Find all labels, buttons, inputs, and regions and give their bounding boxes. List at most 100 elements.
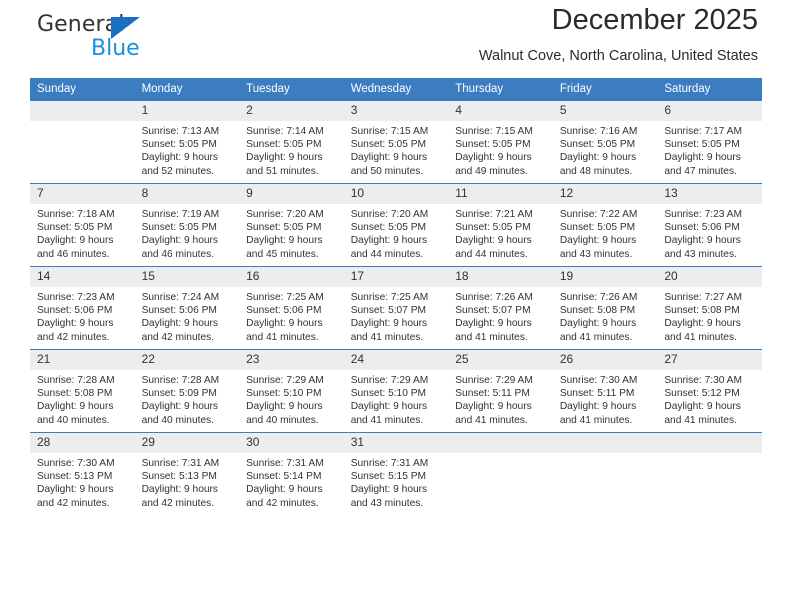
location-subtitle: Walnut Cove, North Carolina, United Stat… <box>478 48 758 64</box>
page-title: December 2025 <box>551 4 758 36</box>
logo-text-blue: Blue <box>91 36 140 61</box>
sun-times-text: Sunrise: 7:31 AM Sunset: 5:13 PM Dayligh… <box>141 458 220 509</box>
day-number: 20 <box>657 267 762 287</box>
day-number: 26 <box>552 350 658 370</box>
day-number: 13 <box>657 184 762 204</box>
calendar-day-cell[interactable]: 13 Sunrise: 7:23 AM Sunset: 5:06 PM Dayli… <box>657 183 762 267</box>
day-cell-content: 31 Sunrise: 7:31 AM Sunset: 5:15 PM Dayli… <box>343 433 449 515</box>
day-number: 15 <box>134 267 240 287</box>
day-number: 9 <box>239 184 344 204</box>
sun-times-text: Sunrise: 7:23 AM Sunset: 5:06 PM Dayligh… <box>664 209 742 260</box>
calendar-day-cell[interactable]: 6 Sunrise: 7:17 AM Sunset: 5:05 PM Daylig… <box>657 100 762 184</box>
calendar-cell-empty <box>448 432 553 515</box>
day-number: 1 <box>134 101 240 121</box>
calendar-day-cell[interactable]: 12 Sunrise: 7:22 AM Sunset: 5:05 PM Dayli… <box>552 183 658 267</box>
calendar-day-cell[interactable]: 7 Sunrise: 7:18 AM Sunset: 5:05 PM Daylig… <box>30 183 135 267</box>
day-number: 24 <box>343 350 449 370</box>
sun-times-text: Sunrise: 7:26 AM Sunset: 5:08 PM Dayligh… <box>559 292 638 343</box>
calendar-day-cell[interactable]: 27 Sunrise: 7:30 AM Sunset: 5:12 PM Dayli… <box>657 349 762 433</box>
calendar-day-cell[interactable]: 20 Sunrise: 7:27 AM Sunset: 5:08 PM Dayli… <box>657 266 762 350</box>
day-cell-content: 20 Sunrise: 7:27 AM Sunset: 5:08 PM Dayli… <box>657 267 762 349</box>
title-block: December 2025 Walnut Cove, North Carolin… <box>479 0 758 67</box>
sun-times-text: Sunrise: 7:19 AM Sunset: 5:05 PM Dayligh… <box>141 209 220 260</box>
calendar-table: Sunday Monday Tuesday Wednesday Thursday Frid… <box>30 78 762 515</box>
calendar-day-cell[interactable]: 5 Sunrise: 7:16 AM Sunset: 5:05 PM Daylig… <box>552 100 658 184</box>
weekday-header-sunday: Sunday <box>30 78 135 101</box>
day-number: 8 <box>134 184 240 204</box>
calendar-day-cell[interactable]: 29 Sunrise: 7:31 AM Sunset: 5:13 PM Dayli… <box>134 432 240 515</box>
calendar-page: General Blue December 2025 Walnut Cove, … <box>0 0 792 612</box>
day-number: 4 <box>448 101 553 121</box>
calendar-day-cell[interactable]: 28 Sunrise: 7:30 AM Sunset: 5:13 PM Dayli… <box>30 432 135 515</box>
calendar-week-row: 14 Sunrise: 7:23 AM Sunset: 5:06 PM Dayli… <box>30 266 762 350</box>
calendar-day-cell[interactable]: 17 Sunrise: 7:25 AM Sunset: 5:07 PM Dayli… <box>343 266 449 350</box>
calendar-day-cell[interactable]: 26 Sunrise: 7:30 AM Sunset: 5:11 PM Dayli… <box>552 349 658 433</box>
sun-times-text: Sunrise: 7:24 AM Sunset: 5:06 PM Dayligh… <box>141 292 220 343</box>
day-number: 12 <box>552 184 658 204</box>
calendar-week-row: 28 Sunrise: 7:30 AM Sunset: 5:13 PM Dayli… <box>30 432 762 515</box>
sun-times-text: Sunrise: 7:30 AM Sunset: 5:13 PM Dayligh… <box>37 458 115 509</box>
calendar-day-cell[interactable]: 23 Sunrise: 7:29 AM Sunset: 5:10 PM Dayli… <box>239 349 344 433</box>
day-number: 5 <box>552 101 658 121</box>
calendar-day-cell[interactable]: 9 Sunrise: 7:20 AM Sunset: 5:05 PM Daylig… <box>239 183 344 267</box>
day-number: 7 <box>30 184 135 204</box>
weekday-header-tuesday: Tuesday <box>239 78 344 101</box>
calendar-day-cell[interactable]: 10 Sunrise: 7:20 AM Sunset: 5:05 PM Dayli… <box>343 183 449 267</box>
day-cell-content: 7 Sunrise: 7:18 AM Sunset: 5:05 PM Daylig… <box>30 184 135 266</box>
sun-times-text: Sunrise: 7:29 AM Sunset: 5:10 PM Dayligh… <box>350 375 429 426</box>
day-cell-content <box>448 433 553 515</box>
day-cell-content: 11 Sunrise: 7:21 AM Sunset: 5:05 PM Dayli… <box>448 184 553 266</box>
calendar-cell-empty <box>657 432 762 515</box>
sun-times-text: Sunrise: 7:28 AM Sunset: 5:09 PM Dayligh… <box>141 375 220 426</box>
day-cell-content: 10 Sunrise: 7:20 AM Sunset: 5:05 PM Dayli… <box>343 184 449 266</box>
calendar-day-cell[interactable]: 8 Sunrise: 7:19 AM Sunset: 5:05 PM Daylig… <box>134 183 240 267</box>
calendar-day-cell[interactable]: 4 Sunrise: 7:15 AM Sunset: 5:05 PM Daylig… <box>448 100 553 184</box>
calendar-day-cell[interactable]: 16 Sunrise: 7:25 AM Sunset: 5:06 PM Dayli… <box>239 266 344 350</box>
calendar-week-row: 1 Sunrise: 7:13 AM Sunset: 5:05 PM Daylig… <box>30 100 762 184</box>
sun-times-text <box>553 453 658 457</box>
calendar-day-cell[interactable]: 19 Sunrise: 7:26 AM Sunset: 5:08 PM Dayli… <box>552 266 658 350</box>
day-cell-content: 27 Sunrise: 7:30 AM Sunset: 5:12 PM Dayli… <box>657 350 762 432</box>
day-number: 14 <box>30 267 135 287</box>
day-cell-content: 30 Sunrise: 7:31 AM Sunset: 5:14 PM Dayli… <box>239 433 344 515</box>
calendar-day-cell[interactable]: 11 Sunrise: 7:21 AM Sunset: 5:05 PM Dayli… <box>448 183 553 267</box>
calendar-day-cell[interactable]: 15 Sunrise: 7:24 AM Sunset: 5:06 PM Dayli… <box>134 266 240 350</box>
day-cell-content: 15 Sunrise: 7:24 AM Sunset: 5:06 PM Dayli… <box>134 267 240 349</box>
day-number <box>657 433 762 453</box>
calendar-day-cell[interactable]: 1 Sunrise: 7:13 AM Sunset: 5:05 PM Daylig… <box>134 100 240 184</box>
calendar-day-cell[interactable]: 24 Sunrise: 7:29 AM Sunset: 5:10 PM Dayli… <box>343 349 449 433</box>
calendar-day-cell[interactable]: 3 Sunrise: 7:15 AM Sunset: 5:05 PM Daylig… <box>343 100 449 184</box>
calendar-day-cell[interactable]: 18 Sunrise: 7:26 AM Sunset: 5:07 PM Dayli… <box>448 266 553 350</box>
day-cell-content: 12 Sunrise: 7:22 AM Sunset: 5:05 PM Dayli… <box>552 184 658 266</box>
calendar-day-cell[interactable]: 21 Sunrise: 7:28 AM Sunset: 5:08 PM Dayli… <box>30 349 135 433</box>
general-blue-logo[interactable]: General Blue <box>37 12 217 70</box>
day-cell-content: 26 Sunrise: 7:30 AM Sunset: 5:11 PM Dayli… <box>552 350 658 432</box>
day-number: 30 <box>239 433 344 453</box>
day-cell-content: 2 Sunrise: 7:14 AM Sunset: 5:05 PM Daylig… <box>239 101 344 183</box>
day-number: 27 <box>657 350 762 370</box>
day-number: 6 <box>657 101 762 121</box>
calendar-day-cell[interactable]: 22 Sunrise: 7:28 AM Sunset: 5:09 PM Dayli… <box>134 349 240 433</box>
day-cell-content: 25 Sunrise: 7:29 AM Sunset: 5:11 PM Dayli… <box>448 350 553 432</box>
day-cell-content: 13 Sunrise: 7:23 AM Sunset: 5:06 PM Dayli… <box>657 184 762 266</box>
day-cell-content: 17 Sunrise: 7:25 AM Sunset: 5:07 PM Dayli… <box>343 267 449 349</box>
day-cell-content: 14 Sunrise: 7:23 AM Sunset: 5:06 PM Dayli… <box>30 267 135 349</box>
day-cell-content: 24 Sunrise: 7:29 AM Sunset: 5:10 PM Dayli… <box>343 350 449 432</box>
sun-times-text: Sunrise: 7:22 AM Sunset: 5:05 PM Dayligh… <box>559 209 638 260</box>
day-number: 29 <box>134 433 240 453</box>
sun-times-text <box>448 453 553 457</box>
page-header: General Blue December 2025 Walnut Cove, … <box>30 0 762 78</box>
calendar-day-cell[interactable]: 25 Sunrise: 7:29 AM Sunset: 5:11 PM Dayli… <box>448 349 553 433</box>
sun-times-text: Sunrise: 7:13 AM Sunset: 5:05 PM Dayligh… <box>141 126 220 177</box>
sun-times-text: Sunrise: 7:28 AM Sunset: 5:08 PM Dayligh… <box>37 375 115 426</box>
calendar-day-cell[interactable]: 31 Sunrise: 7:31 AM Sunset: 5:15 PM Dayli… <box>343 432 449 515</box>
day-number: 21 <box>30 350 135 370</box>
calendar-cell-empty <box>30 100 135 184</box>
day-cell-content: 28 Sunrise: 7:30 AM Sunset: 5:13 PM Dayli… <box>30 433 135 515</box>
sun-times-text: Sunrise: 7:20 AM Sunset: 5:05 PM Dayligh… <box>350 209 429 260</box>
calendar-cell-empty <box>552 432 658 515</box>
day-cell-content: 9 Sunrise: 7:20 AM Sunset: 5:05 PM Daylig… <box>239 184 344 266</box>
calendar-day-cell[interactable]: 14 Sunrise: 7:23 AM Sunset: 5:06 PM Dayli… <box>30 266 135 350</box>
calendar-day-cell[interactable]: 30 Sunrise: 7:31 AM Sunset: 5:14 PM Dayli… <box>239 432 344 515</box>
calendar-day-cell[interactable]: 2 Sunrise: 7:14 AM Sunset: 5:05 PM Daylig… <box>239 100 344 184</box>
